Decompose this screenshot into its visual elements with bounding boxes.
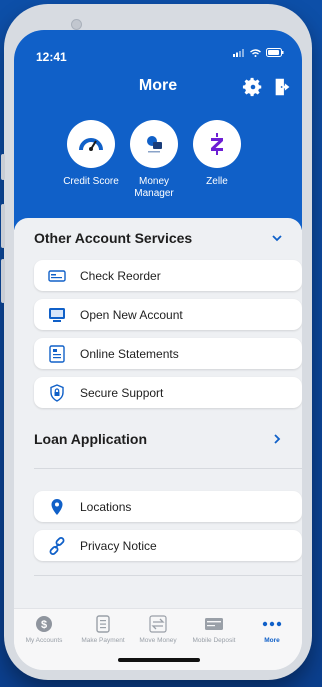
online-statements-item[interactable]: Online Statements [34, 338, 302, 369]
section-title: Other Account Services [34, 230, 193, 246]
deposit-icon [205, 618, 223, 630]
zelle-icon [211, 133, 223, 155]
item-label: Open New Account [80, 307, 183, 322]
divider [34, 575, 302, 576]
content: Other Account Services Check Reorder Ope… [14, 218, 302, 629]
tab-move-money[interactable]: Move Money [128, 615, 188, 644]
loan-application-header[interactable]: Loan Application [34, 431, 284, 447]
svg-text:$: $ [41, 619, 47, 631]
tab-label: Make Payment [81, 637, 125, 644]
header: 12:41 More Credit Score Money Manager Ze… [14, 30, 302, 230]
battery-icon [266, 48, 284, 57]
divider [34, 468, 302, 469]
computer-icon [48, 306, 66, 324]
status-time: 12:41 [36, 50, 67, 64]
tab-make-payment[interactable]: Make Payment [73, 615, 133, 644]
tab-label: My Accounts [25, 637, 63, 644]
sign-out-icon[interactable] [272, 76, 294, 98]
credit-score-shortcut[interactable]: Credit Score [55, 120, 127, 188]
money-manager-icon [147, 136, 162, 153]
item-label: Online Statements [80, 346, 179, 361]
dollar-icon: $ [36, 616, 52, 632]
zelle-button[interactable] [193, 120, 241, 168]
locations-item[interactable]: Locations [34, 491, 302, 522]
check-icon [48, 267, 66, 285]
lock-icon [48, 383, 66, 402]
item-label: Privacy Notice [80, 538, 157, 553]
signal-icon [233, 48, 244, 57]
credit-score-label: Credit Score [63, 176, 119, 187]
screen: 12:41 More Credit Score Money Manager Ze… [14, 30, 302, 670]
tab-label: Mobile Deposit [192, 637, 236, 644]
gear-icon[interactable] [242, 76, 264, 98]
tab-label: More [264, 637, 280, 644]
secure-support-item[interactable]: Secure Support [34, 377, 302, 408]
other-services-header[interactable]: Other Account Services [34, 230, 284, 246]
statement-icon [48, 344, 66, 363]
check-reorder-item[interactable]: Check Reorder [34, 260, 302, 291]
tab-my-accounts[interactable]: $ My Accounts [14, 615, 74, 644]
privacy-notice-item[interactable]: Privacy Notice [34, 530, 302, 561]
location-pin-icon [48, 498, 66, 516]
speedometer-icon [79, 138, 103, 151]
item-label: Secure Support [80, 385, 164, 400]
item-label: Locations [80, 499, 132, 514]
chevron-right-icon[interactable] [270, 432, 284, 446]
open-new-account-item[interactable]: Open New Account [34, 299, 302, 330]
side-button [1, 154, 5, 180]
side-button [1, 204, 5, 248]
money-manager-shortcut[interactable]: Money Manager [118, 120, 190, 200]
tab-mobile-deposit[interactable]: Mobile Deposit [184, 615, 244, 644]
tab-label: Move Money [139, 637, 177, 644]
more-dots-icon [262, 621, 282, 627]
credit-score-button[interactable] [67, 120, 115, 168]
money-manager-button[interactable] [130, 120, 178, 168]
payment-icon [96, 615, 110, 633]
zelle-shortcut[interactable]: Zelle [181, 120, 253, 188]
home-indicator[interactable] [118, 658, 200, 662]
tab-more[interactable]: More [242, 615, 302, 644]
side-button [1, 259, 5, 303]
transfer-icon [149, 615, 167, 633]
money-manager-label: Money Manager [134, 176, 174, 199]
link-icon [48, 536, 66, 555]
item-label: Check Reorder [80, 268, 161, 283]
chevron-down-icon[interactable] [270, 231, 284, 245]
camera-icon [71, 19, 82, 30]
status-icons [233, 48, 284, 57]
wifi-icon [250, 48, 261, 57]
zelle-label: Zelle [206, 176, 228, 187]
section-title: Loan Application [34, 431, 148, 447]
phone-frame: 12:41 More Credit Score Money Manager Ze… [1, 4, 312, 680]
